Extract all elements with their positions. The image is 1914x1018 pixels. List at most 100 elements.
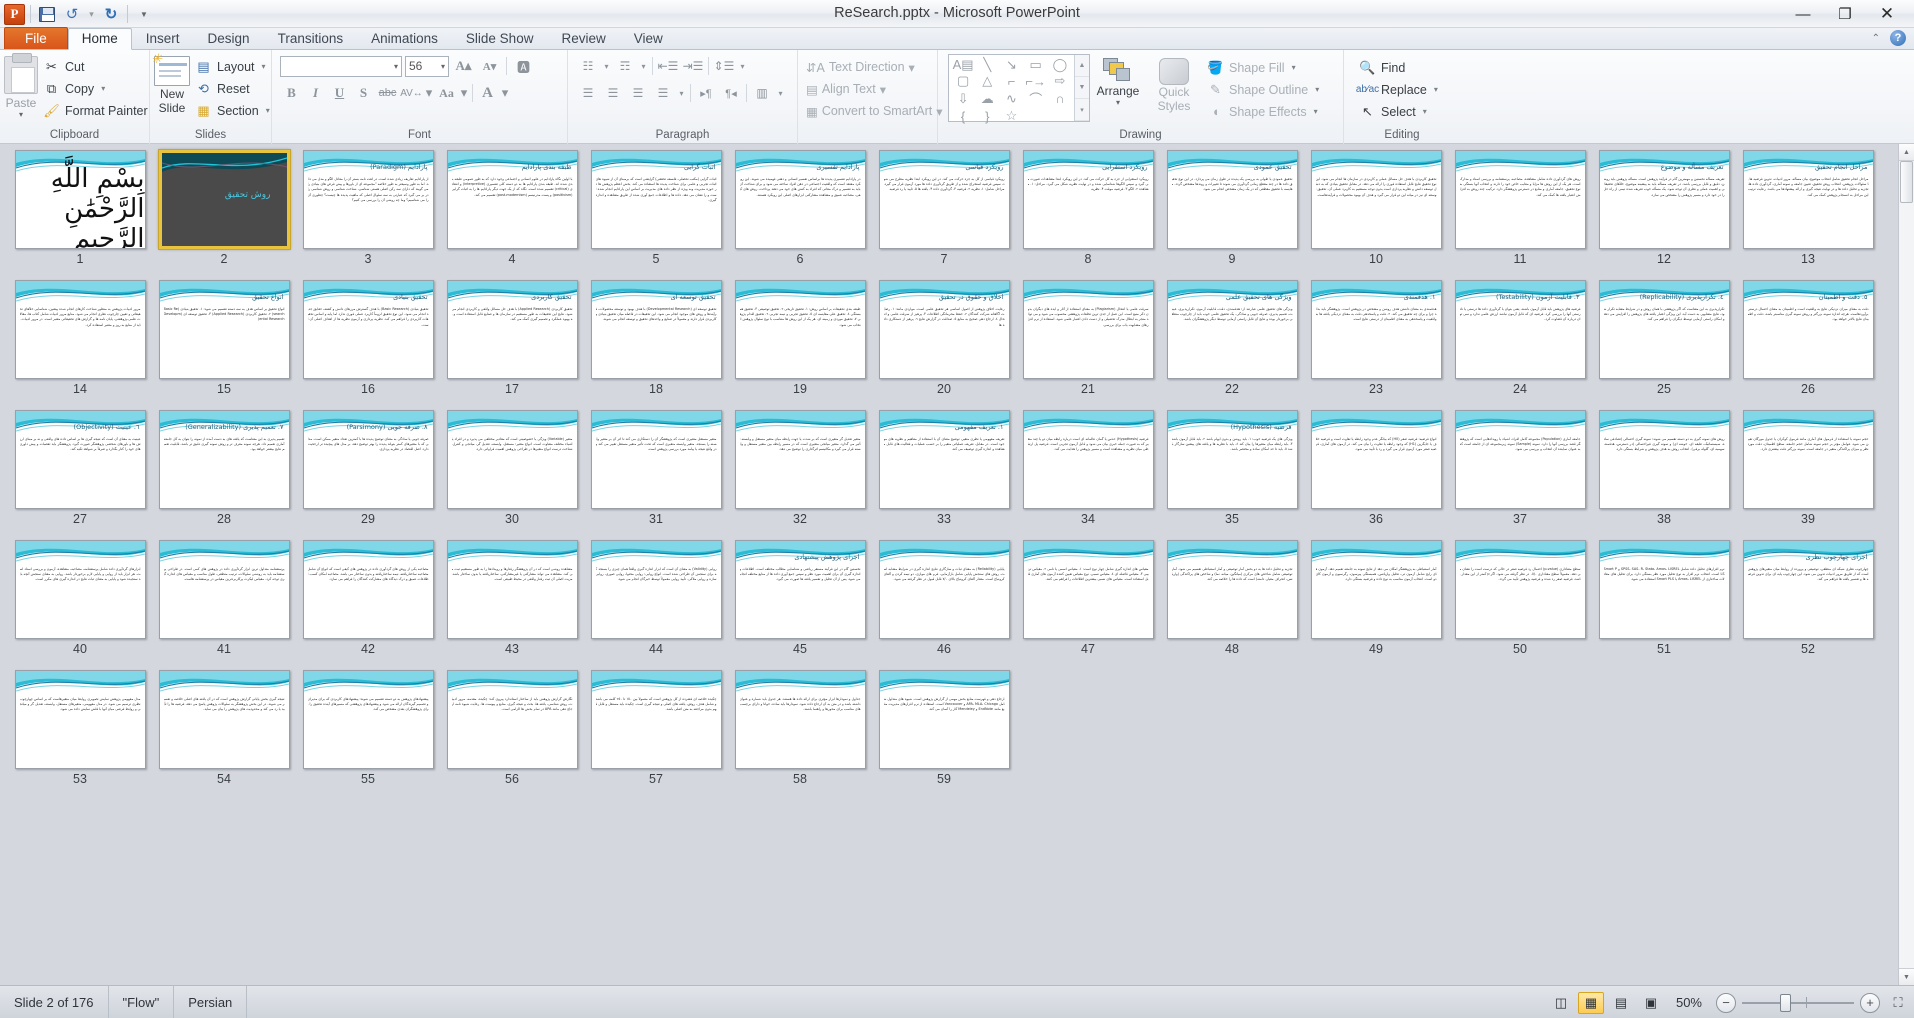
slide-thumbnail[interactable]: اجرای چهارچوب نظری چهارچوب نظری شبکه ای م… [1742,540,1874,639]
numbering-dropdown-icon[interactable]: ▾ [638,55,649,77]
shape-item-6[interactable]: △ [975,73,999,89]
shapes-more-icon[interactable]: ▾ [1075,99,1089,121]
slide-sorter-pane[interactable]: بِسْمِ اللَّهِ الرَّحْمَٰنِ الرَّحِيمِ 1 ر… [0,144,1914,985]
arrange-button[interactable]: Arrange ▾ [1090,54,1146,107]
font-size-input[interactable]: 56 ▾ [405,55,449,77]
slide-thumbnail[interactable]: نرم افزارهای تحلیل داده شامل SPSS، SAS، … [1598,540,1730,639]
shape-effects-dropdown-icon[interactable]: ▾ [1314,107,1318,116]
shape-item-4[interactable]: ◯ [1048,57,1072,73]
slide-thumbnail-cell[interactable]: طبقه بندی تحقیقات بر اساس روش: ١. تحقیق … [731,280,869,410]
slide-thumbnail[interactable]: چکیده خلاصه ای فشرده از کل پژوهش است که … [590,670,722,769]
theme-indicator[interactable]: "Flow" [109,985,175,1018]
slide-thumbnail-cell[interactable]: متغیر تعدیل گر متغیری است که بر شدت یا ج… [731,410,869,540]
slide-thumbnail-cell[interactable]: انواع تحقیق انواع تحقیق بر اساس هدف به سه… [155,280,293,410]
slide-thumbnail[interactable]: جداول و نمودارها ابزار مؤثری برای ارائه … [734,670,866,769]
minimize-ribbon-icon[interactable]: ⌃ [1872,33,1880,44]
slide-thumbnail-cell[interactable]: رویکرد استقرایی رویکرد استقرایی از جزء به… [1019,150,1157,280]
slide-thumbnail[interactable]: ٧. تعمیم پذیری (Generalizability) تعمیم پ… [158,410,290,509]
slide-thumbnail-cell[interactable]: اجرای چهارچوب نظری چهارچوب نظری شبکه ای م… [1739,540,1877,670]
slide-thumbnail[interactable]: انواع تحقیق انواع تحقیق بر اساس هدف به سه… [158,280,290,379]
slide-thumbnail[interactable]: آمار استنباطی به پژوهشگر امکان می دهد از… [1310,540,1442,639]
slide-thumbnail[interactable]: رویکرد قیاسی رویکرد قیاسی از کل به جزء حر… [878,150,1010,249]
slide-thumbnail-cell[interactable]: فرضیه (Hypothesis) ویژگی های یک فرضیه خوب… [1163,410,1301,540]
grow-font-icon[interactable]: A▴ [452,55,475,77]
quick-styles-button[interactable]: Quick Styles [1146,54,1202,113]
slide-thumbnail-cell[interactable]: پایایی (Reliability) به معنای ثبات و ساز… [875,540,1013,670]
slide-thumbnail-cell[interactable]: حجم نمونه با استفاده از فرمول های آماری … [1739,410,1877,540]
slide-thumbnail[interactable]: روایی (Validity) به معنای آن است که ابزا… [590,540,722,639]
bullets-dropdown-icon[interactable]: ▾ [601,55,612,77]
shape-item-10[interactable]: ⇩ [951,89,975,108]
shape-item-9[interactable]: ⇨ [1048,73,1072,89]
line-spacing-dropdown-icon[interactable]: ▾ [737,55,748,77]
new-slide-button[interactable]: ✳ New Slide [151,52,190,114]
shape-outline-button[interactable]: ✎ Shape Outline ▾ [1202,79,1324,100]
slide-thumbnail-cell[interactable]: تحقیق توسعه ای تحقیق توسعه ای (Developmen… [587,280,725,410]
tab-home[interactable]: Home [67,28,132,50]
format-painter-button[interactable]: 🖌 Format Painter [38,100,153,121]
slide-thumbnail-cell[interactable]: بِسْمِ اللَّهِ الرَّحْمَٰنِ الرَّحِيمِ 1 [11,150,149,280]
slide-thumbnail-cell[interactable]: پیشنهادهای پژوهش به دو دسته تقسیم می شون… [299,670,437,800]
slide-thumbnail-cell[interactable]: رویکرد قیاسی رویکرد قیاسی از کل به جزء حر… [875,150,1013,280]
slide-thumbnail-cell[interactable]: ١. هدفمندی هدفمندی به معنای داشتن هدف روش… [1307,280,1445,410]
slide-thumbnail-cell[interactable]: تحقیق بنیادی تحقیق بنیادی (Basic Research… [299,280,437,410]
slide-thumbnail[interactable]: انواع فرضیه: فرضیه صفر (H0) که بیانگر عد… [1310,410,1442,509]
slide-thumbnail-cell[interactable]: مقیاس های اندازه گیری شامل چهار نوع است:… [1019,540,1157,670]
slide-thumbnail-cell[interactable]: ٥. دقت و اطمینان دقت به معنای میزان نزدیک… [1739,280,1877,410]
tab-design[interactable]: Design [194,27,264,49]
shape-item-11[interactable]: ☁ [975,89,999,108]
shape-item-5[interactable]: ▢ [951,73,975,89]
zoom-level-label[interactable]: 50% [1666,995,1712,1010]
slide-thumbnail[interactable]: ارجاع دهی و فهرست منابع بخش مهمی از گزار… [878,670,1010,769]
slide-thumbnail-cell[interactable]: ٤. تکرارپذیری (Replicability) تکرارپذیری … [1595,280,1733,410]
section-button[interactable]: ▦ Section ▾ [190,100,275,121]
slide-thumbnail[interactable]: ٥. دقت و اطمینان دقت به معنای میزان نزدیک… [1742,280,1874,379]
shape-item-2[interactable]: ↘ [999,57,1023,73]
change-case-dropdown-icon[interactable]: ▾ [459,82,469,104]
select-button[interactable]: ↖ Select ▾ [1354,101,1443,122]
line-spacing-icon[interactable]: ⇕☰ [712,55,736,77]
paste-button[interactable]: Paste ▾ [4,53,38,119]
slide-thumbnail[interactable]: طبقه بندی پارادایم با اولین نگاه پارادایم… [446,150,578,249]
tab-view[interactable]: View [620,27,677,49]
slide-thumbnail[interactable]: نگارش گزارش پژوهش باید از ساختار استاندا… [446,670,578,769]
slide-indicator[interactable]: Slide 2 of 176 [0,985,109,1018]
slide-thumbnail[interactable]: سطح معناداری (p-value) احتمال رد فرضیه ص… [1454,540,1586,639]
slide-thumbnail[interactable]: تحقیق توسعه ای تحقیق توسعه ای (Developmen… [590,280,722,379]
slide-thumbnail[interactable]: اثبات گرایی اثبات گرایی (مکتب تحصلی، فلسف… [590,150,722,249]
slide-thumbnail[interactable]: مصاحبه یکی از روش های گردآوری داده در پژ… [302,540,434,639]
text-direction-dropdown-icon[interactable]: ▾ [909,60,915,75]
align-center-icon[interactable]: ☰ [601,82,625,104]
language-indicator[interactable]: Persian [174,985,248,1018]
slide-thumbnail[interactable]: تحقیق کاربردی با هدف حل مسائل عملی و کار… [1310,150,1442,249]
shape-item-12[interactable]: ∿ [999,89,1023,108]
decrease-indent-icon[interactable]: ⇤☰ [656,55,680,77]
slide-thumbnail-cell[interactable]: جداول و نمودارها ابزار مؤثری برای ارائه … [731,670,869,800]
slide-thumbnail[interactable]: پارادایم تفسیری در پارادایم تفسیری پدیده … [734,150,866,249]
paste-dropdown-icon[interactable]: ▾ [19,110,23,119]
slide-thumbnail-cell[interactable]: تحقیق کاربردی تحقیق کاربردی (Applied Rese… [443,280,581,410]
slide-thumbnail[interactable]: تعریف مسأله و موضوع تعریف مسأله نخستین و … [1598,150,1730,249]
shape-fill-dropdown-icon[interactable]: ▾ [1292,63,1296,72]
slide-thumbnail[interactable]: روش های گردآوری داده شامل مشاهده، مصاحبه… [1454,150,1586,249]
slide-thumbnail[interactable]: پایایی (Reliability) به معنای ثبات و ساز… [878,540,1010,639]
slide-thumbnail[interactable]: نتیجه گیری بخش پایانی گزارش پژوهش است که… [158,670,290,769]
slide-thumbnail-cell[interactable]: مرور ادبیات پژوهش به منظور شناخت کارهای … [11,280,149,410]
shape-item-15[interactable]: { [951,108,975,124]
slide-thumbnail-cell[interactable]: نتیجه گیری بخش پایانی گزارش پژوهش است که… [155,670,293,800]
slide-thumbnail-cell[interactable]: انواع فرضیه: فرضیه صفر (H0) که بیانگر عد… [1307,410,1445,540]
layout-button[interactable]: ▤ Layout ▾ [190,56,275,77]
slide-thumbnail-cell[interactable]: اخلاق و حقوق در تحقیق رعایت اخلاق پژوهش ا… [875,280,1013,410]
shapes-gallery-scrollbar[interactable]: ▲ ▼ ▾ [1074,55,1089,121]
select-dropdown-icon[interactable]: ▾ [1423,107,1427,116]
slide-thumbnail[interactable]: جامعه آماری (Population) مجموعه کامل افر… [1454,410,1586,509]
replace-dropdown-icon[interactable]: ▾ [1434,85,1438,94]
slide-thumbnail[interactable]: طبقه بندی تحقیقات بر اساس روش: ١. تحقیق … [734,280,866,379]
slide-thumbnail-cell[interactable]: اثبات گرایی اثبات گرایی (مکتب تحصلی، فلسف… [587,150,725,280]
slide-thumbnail[interactable]: ٨. صرفه جویی (Parsimony) صرفه جویی یا ساد… [302,410,434,509]
justify-icon[interactable]: ☰ [651,82,675,104]
slide-thumbnail-cell[interactable]: ٨. صرفه جویی (Parsimony) صرفه جویی یا ساد… [299,410,437,540]
slide-thumbnail-cell[interactable]: پارادایم تفسیری در پارادایم تفسیری پدیده … [731,150,869,280]
slide-thumbnail-cell[interactable]: جامعه آماری (Population) مجموعه کامل افر… [1451,410,1589,540]
change-case-icon[interactable]: Aa [435,82,458,104]
